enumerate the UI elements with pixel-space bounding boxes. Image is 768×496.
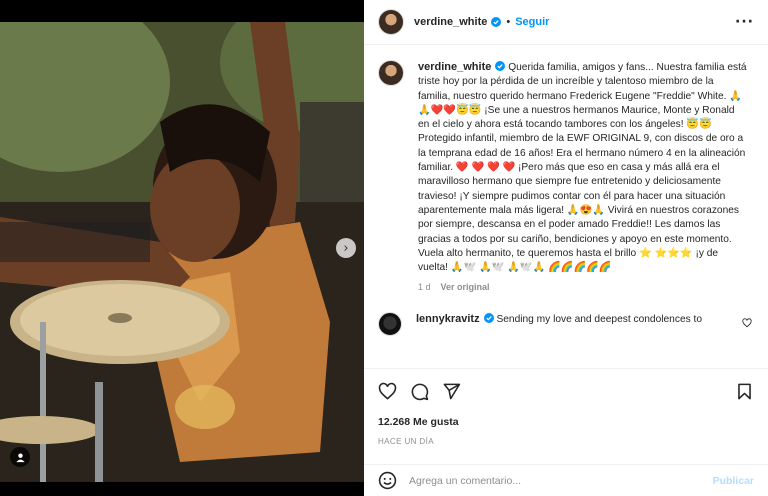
tagged-users-button[interactable] — [10, 447, 30, 467]
author-username[interactable]: verdine_white — [414, 16, 487, 28]
more-options-icon[interactable]: ··· — [735, 14, 754, 30]
post-actions: 12.268 Me gusta HACE UN DÍA — [364, 368, 768, 464]
comment-input[interactable] — [409, 474, 699, 487]
share-icon[interactable] — [442, 382, 461, 401]
post-timestamp[interactable]: HACE UN DÍA — [378, 437, 754, 446]
publish-comment-button[interactable]: Publicar — [713, 475, 754, 487]
instagram-post-modal: › verdine_white • Seguir ··· verdine_whi… — [0, 0, 768, 496]
action-bar — [378, 379, 754, 403]
comment-text: Sending my love and deepest condolences … — [496, 314, 703, 326]
header-separator: • — [506, 16, 511, 28]
post-side-panel: verdine_white • Seguir ··· verdine_white… — [364, 0, 768, 496]
caption-meta: 1 d Ver original — [418, 282, 748, 292]
like-comment-icon[interactable] — [742, 318, 752, 328]
save-bookmark-icon[interactable] — [735, 382, 754, 401]
next-photo-button[interactable]: › — [336, 238, 356, 258]
post-header: verdine_white • Seguir ··· — [364, 0, 768, 45]
caption-username[interactable]: verdine_white — [418, 61, 491, 73]
caption: verdine_white Querida familia, amigos y … — [378, 60, 754, 292]
comment-item: lennykravitz Sending my love and deepest… — [378, 312, 754, 337]
emoji-icon[interactable] — [378, 471, 397, 490]
comment-icon[interactable] — [410, 382, 429, 401]
avatar[interactable] — [378, 312, 402, 337]
follow-button[interactable]: Seguir — [515, 16, 549, 28]
post-photo-area: › — [0, 0, 364, 496]
comment-text-block: lennykravitz Sending my love and deepest… — [416, 312, 716, 327]
avatar[interactable] — [378, 9, 404, 35]
caption-body: verdine_white Querida familia, amigos y … — [418, 60, 748, 292]
verified-badge-icon — [491, 17, 502, 27]
verified-badge-icon — [495, 61, 506, 71]
likes-count[interactable]: 12.268 Me gusta — [378, 416, 754, 428]
post-photo[interactable] — [0, 22, 364, 482]
heart-icon[interactable] — [378, 382, 397, 401]
comment-composer: Publicar — [364, 464, 768, 496]
comments-section: verdine_white Querida familia, amigos y … — [364, 46, 768, 368]
caption-age[interactable]: 1 d — [418, 282, 431, 292]
caption-text: Querida familia, amigos y fans... Nuestr… — [418, 62, 747, 274]
verified-badge-icon — [483, 313, 494, 324]
avatar[interactable] — [378, 60, 404, 86]
see-original-button[interactable]: Ver original — [441, 282, 490, 292]
comment-username[interactable]: lennykravitz — [416, 313, 480, 325]
caption-text-block: verdine_white Querida familia, amigos y … — [418, 60, 748, 275]
user-icon — [15, 452, 25, 462]
